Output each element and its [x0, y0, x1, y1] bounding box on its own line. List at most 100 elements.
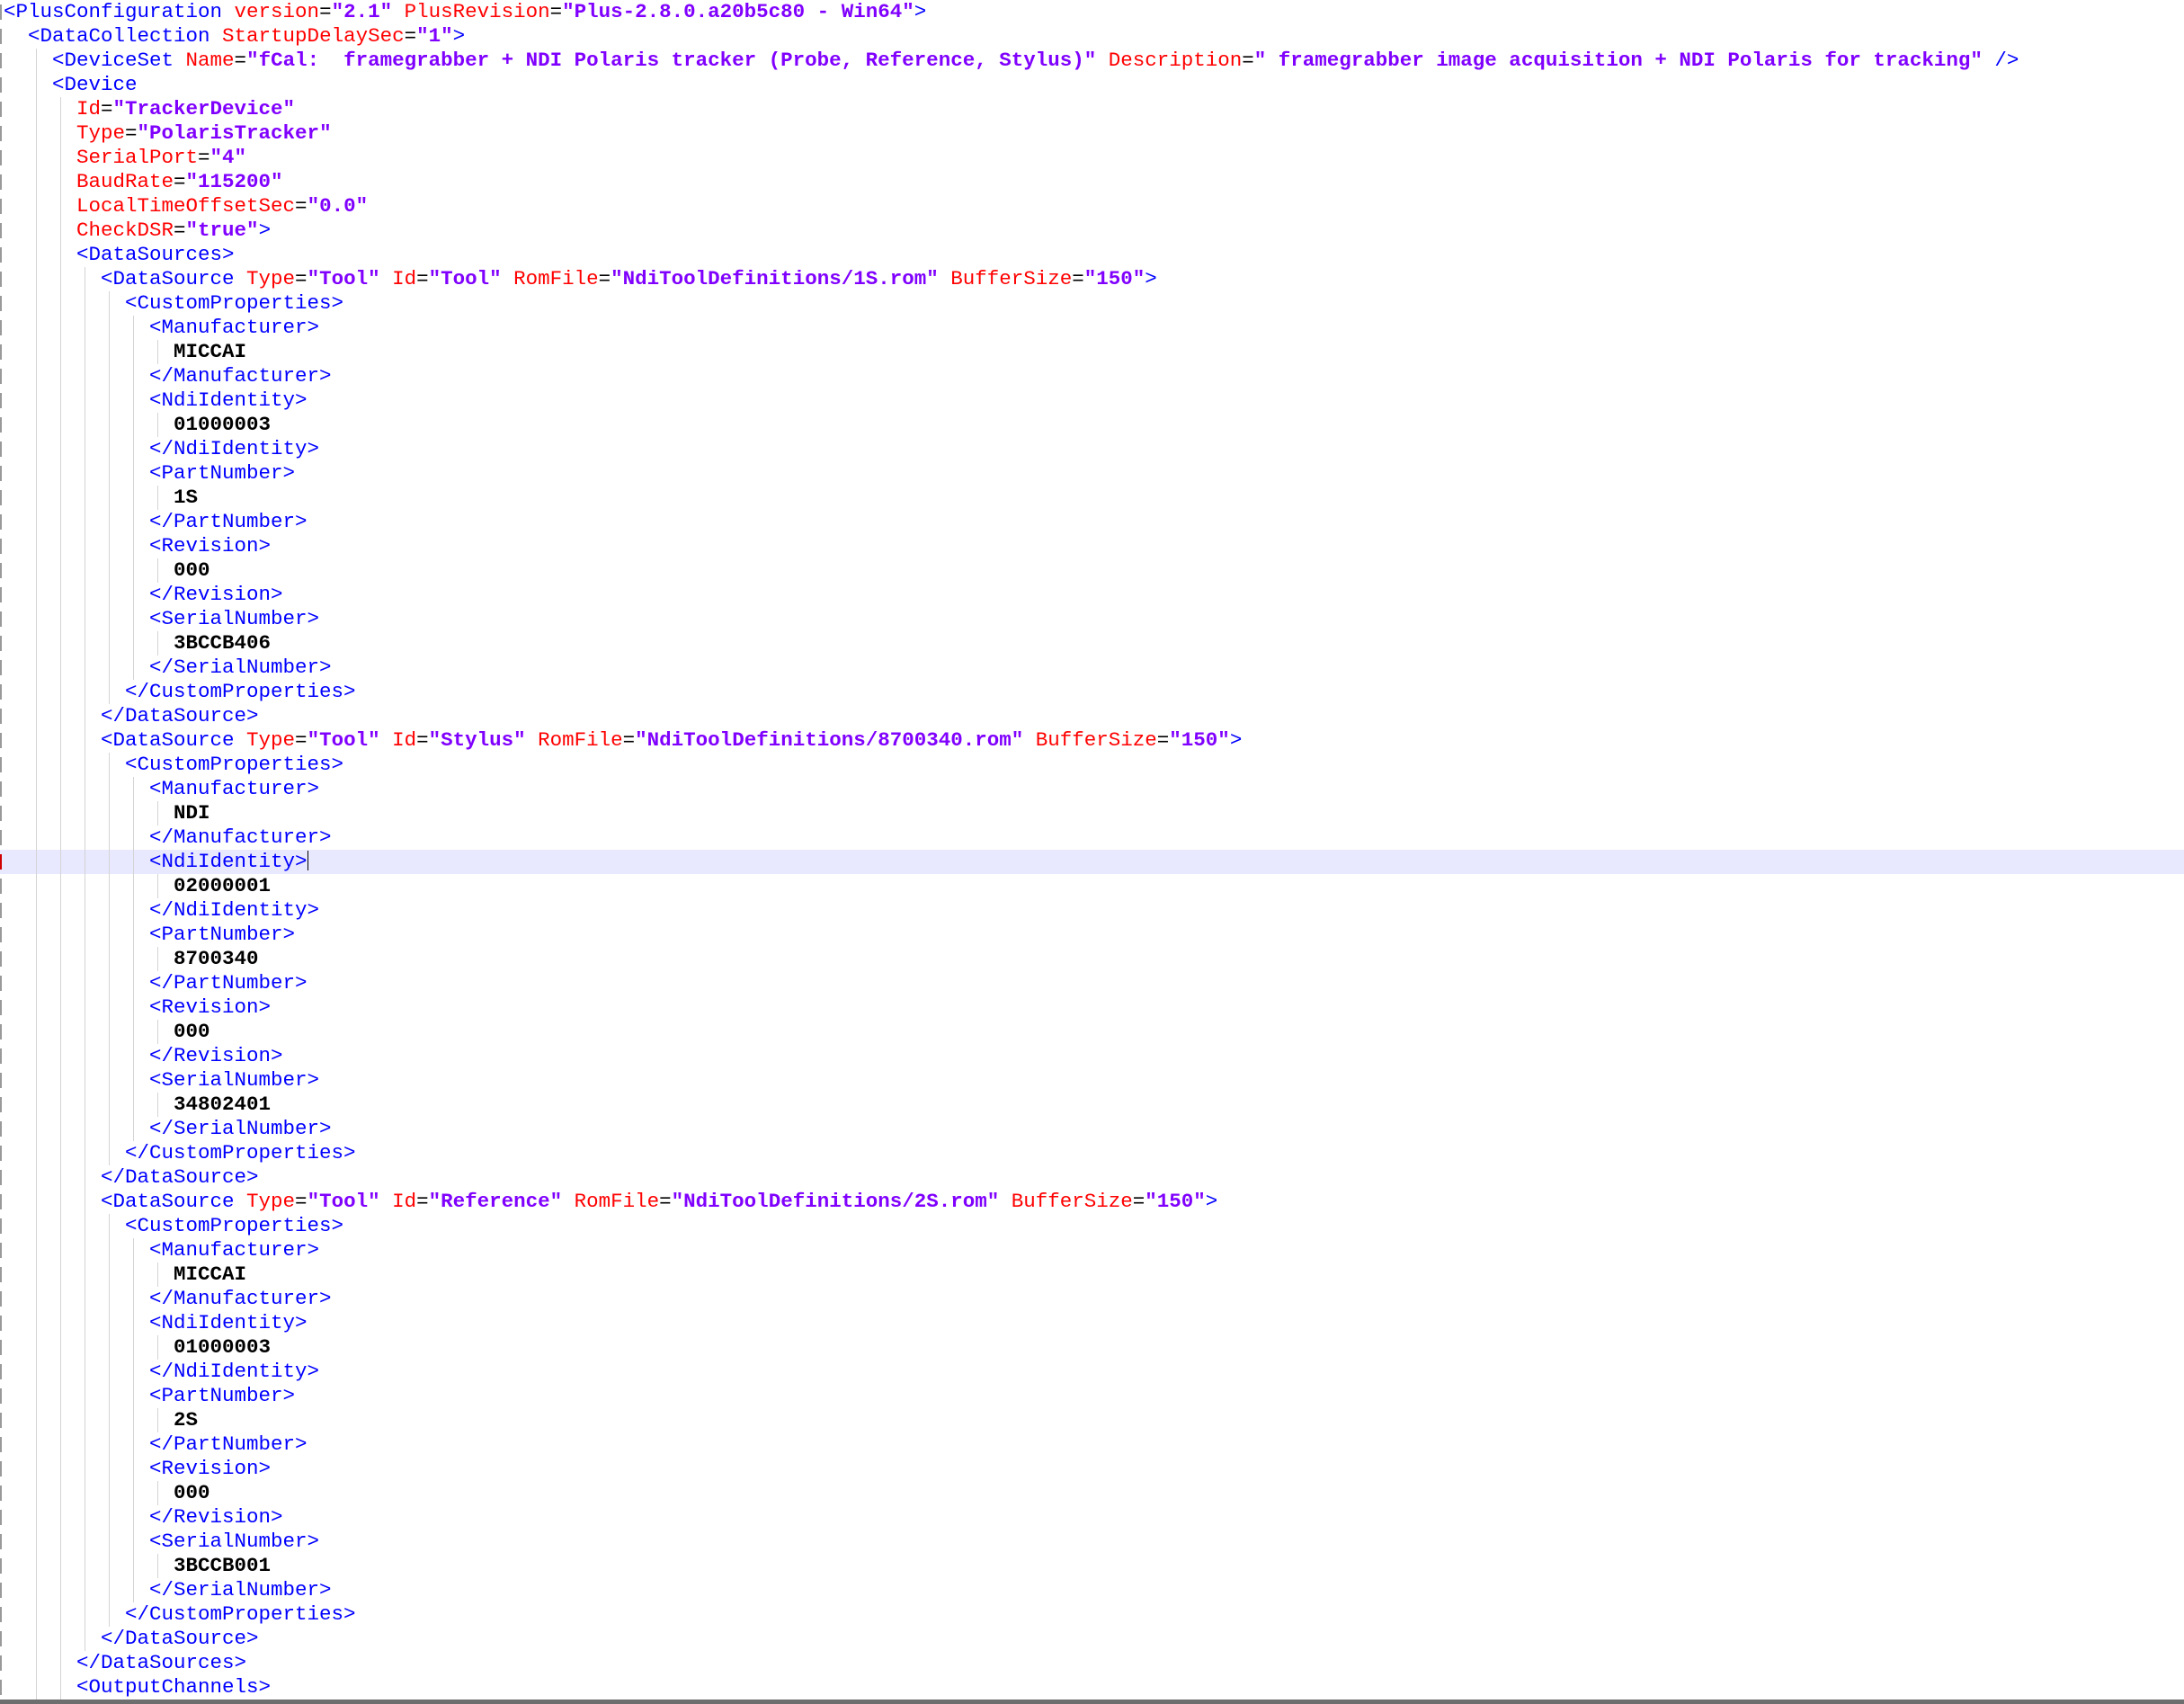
code-line[interactable]: LocalTimeOffsetSec="0.0" [0, 194, 2184, 219]
code-line[interactable]: </NdiIdentity> [0, 1360, 2184, 1384]
code-line[interactable]: </PartNumber> [0, 1432, 2184, 1457]
code-line[interactable]: <OutputChannels> [0, 1675, 2184, 1700]
code-line[interactable]: 1S [0, 486, 2184, 510]
fold-margin-marker[interactable] [0, 320, 2, 335]
xml-code-editor[interactable]: <PlusConfiguration version="2.1" PlusRev… [0, 0, 2184, 1700]
fold-margin-marker[interactable] [0, 77, 2, 93]
fold-margin-marker[interactable] [0, 611, 2, 627]
fold-margin-marker[interactable] [0, 126, 2, 141]
fold-margin-marker[interactable] [0, 1097, 2, 1112]
fold-margin-marker[interactable] [0, 1607, 2, 1622]
code-line[interactable]: <PartNumber> [0, 1384, 2184, 1408]
fold-margin-marker[interactable] [0, 1631, 2, 1646]
fold-margin-marker[interactable] [0, 1121, 2, 1137]
code-line[interactable]: </Manufacturer> [0, 1287, 2184, 1311]
code-line[interactable]: </PartNumber> [0, 971, 2184, 995]
code-line[interactable]: <Revision> [0, 995, 2184, 1020]
code-line[interactable]: <NdiIdentity> [0, 850, 2184, 874]
fold-margin-marker[interactable] [0, 1583, 2, 1598]
fold-margin-marker[interactable] [0, 223, 2, 238]
code-line[interactable]: <DataSources> [0, 243, 2184, 267]
code-line[interactable]: CheckDSR="true"> [0, 219, 2184, 243]
code-line[interactable]: <DataSource Type="Tool" Id="Tool" RomFil… [0, 267, 2184, 291]
fold-margin-marker[interactable] [0, 1316, 2, 1331]
fold-margin-marker[interactable] [0, 29, 2, 44]
fold-margin-marker[interactable] [0, 1510, 2, 1525]
fold-margin-marker[interactable] [0, 296, 2, 311]
fold-margin-marker[interactable] [0, 1558, 2, 1574]
code-line[interactable]: <DeviceSet Name="fCal: framegrabber + ND… [0, 49, 2184, 73]
code-line[interactable]: </CustomProperties> [0, 1141, 2184, 1165]
code-line[interactable]: <DataSource Type="Tool" Id="Reference" R… [0, 1190, 2184, 1214]
fold-margin-marker[interactable] [0, 539, 2, 554]
code-line[interactable]: </DataSources> [0, 1651, 2184, 1675]
fold-margin-marker[interactable] [0, 684, 2, 700]
fold-margin-marker[interactable] [0, 466, 2, 481]
fold-margin-marker[interactable] [0, 53, 2, 68]
code-line[interactable]: </SerialNumber> [0, 1117, 2184, 1141]
code-line[interactable]: <Manufacturer> [0, 316, 2184, 340]
code-line[interactable]: </DataSource> [0, 1627, 2184, 1651]
fold-margin-marker[interactable] [0, 1413, 2, 1428]
code-line[interactable]: 34802401 [0, 1093, 2184, 1117]
fold-margin-marker[interactable] [0, 1534, 2, 1549]
fold-margin-marker[interactable] [0, 1340, 2, 1355]
fold-margin-marker[interactable] [0, 1437, 2, 1452]
code-line[interactable]: Id="TrackerDevice" [0, 97, 2184, 121]
fold-margin-marker[interactable] [0, 1048, 2, 1064]
code-line[interactable]: 3BCCB001 [0, 1554, 2184, 1578]
fold-margin-marker[interactable] [0, 1000, 2, 1015]
fold-margin-marker[interactable] [0, 199, 2, 214]
code-line[interactable]: <Manufacturer> [0, 777, 2184, 801]
code-line[interactable]: 000 [0, 558, 2184, 583]
fold-margin-marker[interactable] [0, 830, 2, 845]
fold-margin-marker[interactable] [0, 1680, 2, 1695]
code-line[interactable]: <Revision> [0, 1457, 2184, 1481]
code-line[interactable]: BaudRate="115200" [0, 170, 2184, 194]
fold-margin-marker[interactable] [0, 393, 2, 408]
code-line[interactable]: </SerialNumber> [0, 1578, 2184, 1602]
fold-margin-marker[interactable] [0, 1267, 2, 1282]
fold-margin-marker[interactable] [0, 369, 2, 384]
fold-margin-marker[interactable] [0, 4, 2, 20]
code-line[interactable]: </Revision> [0, 1505, 2184, 1530]
code-line[interactable]: <Device [0, 73, 2184, 97]
fold-margin-marker[interactable] [0, 660, 2, 675]
fold-margin-marker[interactable] [0, 879, 2, 894]
code-line[interactable]: </Manufacturer> [0, 364, 2184, 388]
fold-margin-marker[interactable] [0, 1655, 2, 1671]
fold-margin-marker[interactable] [0, 927, 2, 942]
code-line[interactable]: </DataSource> [0, 1165, 2184, 1190]
code-line[interactable]: <CustomProperties> [0, 291, 2184, 316]
code-line[interactable]: 000 [0, 1481, 2184, 1505]
fold-margin-marker[interactable] [0, 806, 2, 821]
code-line[interactable]: MICCAI [0, 340, 2184, 364]
fold-margin-marker[interactable] [0, 102, 2, 117]
fold-margin-marker[interactable] [0, 854, 2, 870]
code-line[interactable]: </CustomProperties> [0, 1602, 2184, 1627]
fold-margin-marker[interactable] [0, 976, 2, 991]
fold-margin-marker[interactable] [0, 1388, 2, 1404]
fold-margin-marker[interactable] [0, 1485, 2, 1501]
code-line[interactable]: </NdiIdentity> [0, 437, 2184, 461]
fold-margin-marker[interactable] [0, 514, 2, 530]
fold-margin-marker[interactable] [0, 1024, 2, 1039]
code-line[interactable]: 000 [0, 1020, 2184, 1044]
code-line[interactable]: 2S [0, 1408, 2184, 1432]
fold-margin-marker[interactable] [0, 442, 2, 457]
code-line[interactable]: 01000003 [0, 413, 2184, 437]
fold-margin-marker[interactable] [0, 417, 2, 433]
code-line[interactable]: <Revision> [0, 534, 2184, 558]
code-line[interactable]: </NdiIdentity> [0, 898, 2184, 923]
fold-margin-marker[interactable] [0, 636, 2, 651]
code-line[interactable]: <SerialNumber> [0, 1068, 2184, 1093]
code-line[interactable]: </CustomProperties> [0, 680, 2184, 704]
code-line[interactable]: NDI [0, 801, 2184, 825]
fold-margin-marker[interactable] [0, 344, 2, 360]
fold-margin-marker[interactable] [0, 174, 2, 190]
fold-margin-marker[interactable] [0, 951, 2, 967]
fold-margin-marker[interactable] [0, 247, 2, 263]
fold-margin-marker[interactable] [0, 709, 2, 724]
code-line[interactable]: Type="PolarisTracker" [0, 121, 2184, 146]
fold-margin-marker[interactable] [0, 1194, 2, 1209]
